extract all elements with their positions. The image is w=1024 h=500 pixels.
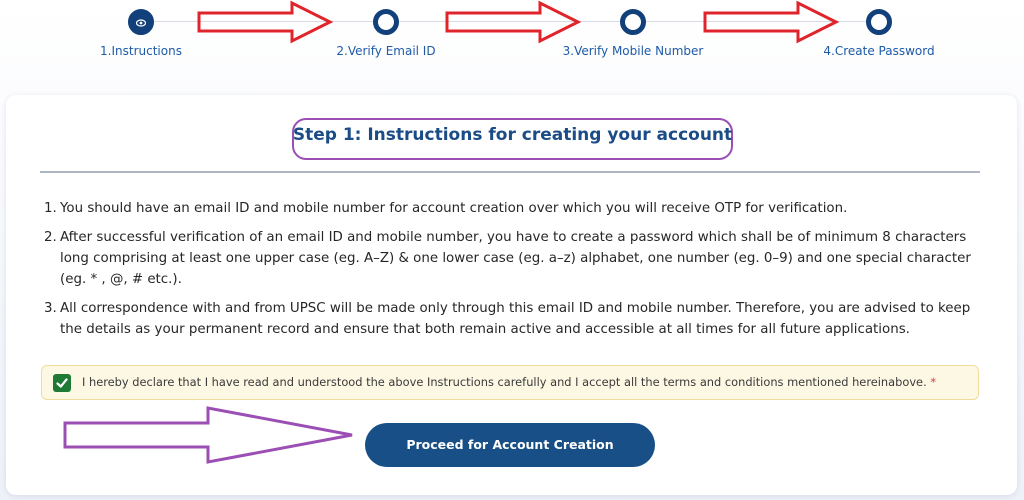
- step-dot: [866, 9, 892, 35]
- step-dot: [373, 9, 399, 35]
- annotation-arrow-right-icon: [63, 406, 353, 464]
- list-item-text: After successful verification of an emai…: [60, 230, 971, 287]
- required-mark: *: [930, 375, 937, 389]
- list-item-text: All correspondence with and from UPSC wi…: [60, 301, 971, 337]
- list-item: 1. You should have an email ID and mobil…: [44, 198, 980, 219]
- list-number: 2.: [44, 230, 57, 245]
- list-item: 3. All correspondence with and from UPSC…: [44, 298, 980, 340]
- annotation-arrow-right-icon: [197, 0, 334, 44]
- page-title: Step 1: Instructions for creating your a…: [292, 125, 733, 145]
- step-label: 3.Verify Mobile Number: [562, 44, 704, 58]
- title-divider: [40, 171, 980, 173]
- list-item-text: You should have an email ID and mobile n…: [60, 201, 848, 216]
- step-label: 4.Create Password: [823, 44, 935, 58]
- annotation-arrow-right-icon: [445, 0, 582, 44]
- annotation-arrow-right-icon: [703, 0, 840, 44]
- list-item: 2. After successful verification of an e…: [44, 227, 980, 290]
- declaration-label: I hereby declare that I have read and un…: [82, 375, 936, 389]
- declaration-checkbox[interactable]: [53, 374, 71, 392]
- instructions-list: 1. You should have an email ID and mobil…: [44, 198, 980, 348]
- proceed-button[interactable]: Proceed for Account Creation: [365, 423, 655, 467]
- checkmark-icon: [56, 378, 68, 388]
- list-number: 3.: [44, 301, 57, 316]
- step-label: 1.Instructions: [100, 44, 182, 58]
- list-number: 1.: [44, 201, 57, 216]
- progress-stepper: 1.Instructions 2.Verify Email ID 3.Verif…: [0, 0, 1024, 80]
- declaration-text: I hereby declare that I have read and un…: [82, 375, 927, 389]
- step-label: 2.Verify Email ID: [336, 44, 436, 58]
- declaration-box: I hereby declare that I have read and un…: [41, 365, 979, 400]
- step-dot: [620, 9, 646, 35]
- eye-icon: [136, 19, 146, 27]
- step-dot-active: [128, 9, 154, 35]
